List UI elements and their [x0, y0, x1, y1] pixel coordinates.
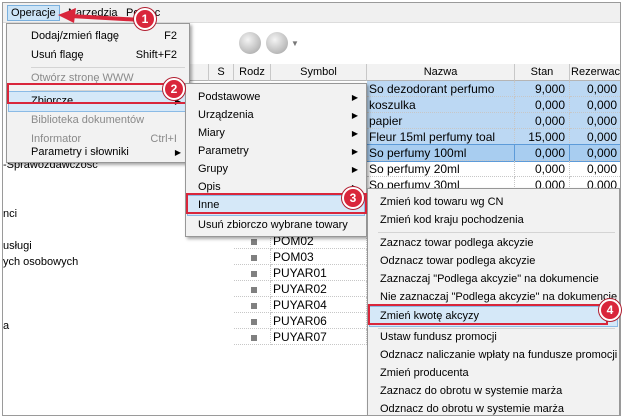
step-badge-1: 1	[134, 8, 156, 30]
annotation-arrow	[58, 8, 144, 23]
step-badge-4: 4	[599, 299, 621, 321]
step-badge-3: 3	[342, 187, 364, 209]
step-badge-2: 2	[163, 78, 185, 100]
